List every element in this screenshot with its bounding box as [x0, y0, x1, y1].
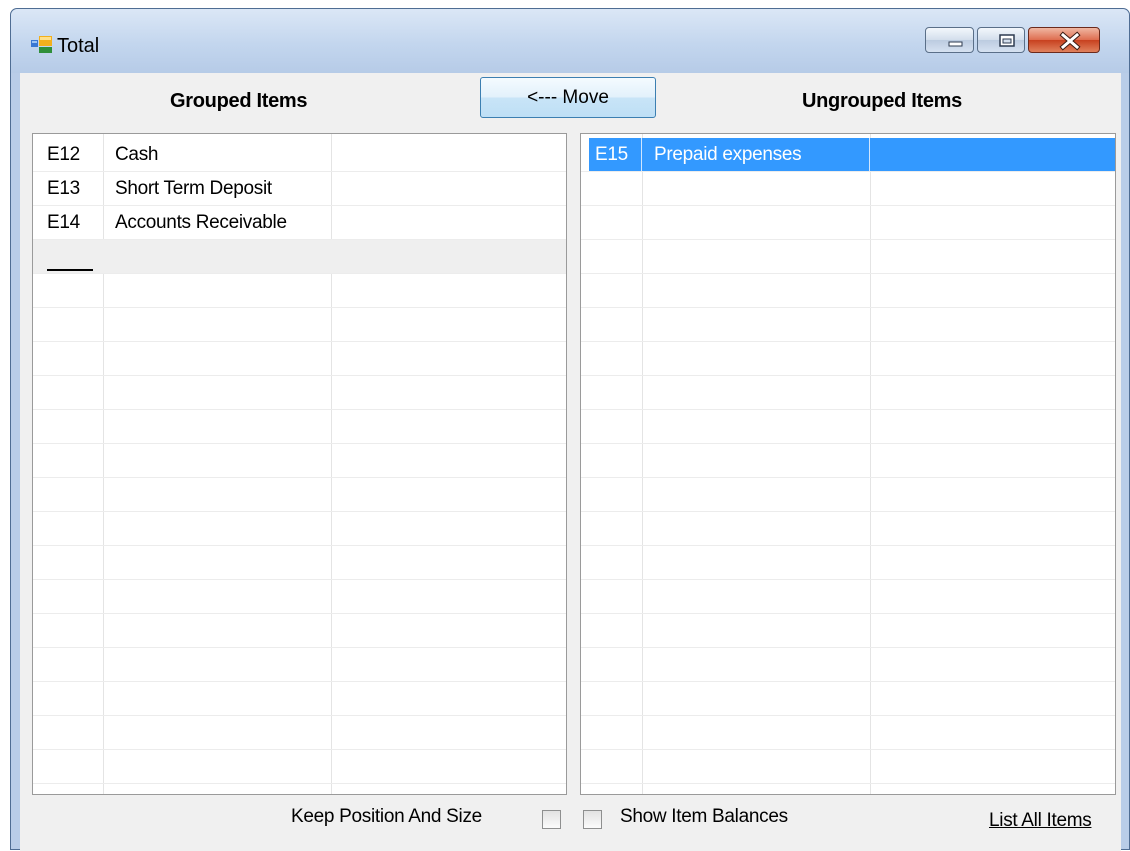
table-row[interactable]: E13 Short Term Deposit	[33, 172, 566, 206]
empty-row	[581, 274, 1115, 308]
empty-row	[33, 648, 566, 682]
item-code-cell[interactable]: E14	[33, 206, 103, 239]
keep-position-checkbox[interactable]	[542, 810, 561, 829]
item-extra-cell[interactable]	[331, 138, 563, 171]
empty-row	[581, 240, 1115, 274]
empty-row	[33, 546, 566, 580]
item-name-cell[interactable]: Accounts Receivable	[103, 206, 331, 239]
empty-row	[581, 206, 1115, 240]
item-extra-cell[interactable]	[331, 172, 563, 205]
new-row-marker	[47, 269, 93, 271]
empty-row	[581, 648, 1115, 682]
grouped-items-grid[interactable]: E12 Cash E13 Short Term Deposit E14 Acco…	[32, 133, 567, 795]
item-extra-cell[interactable]	[870, 138, 1115, 171]
empty-row	[581, 308, 1115, 342]
show-balances-checkbox[interactable]	[583, 810, 602, 829]
empty-row	[33, 614, 566, 648]
empty-row	[581, 682, 1115, 716]
item-name-cell[interactable]: Short Term Deposit	[103, 172, 331, 205]
empty-row	[581, 444, 1115, 478]
empty-row	[33, 444, 566, 478]
item-extra-cell[interactable]	[331, 206, 563, 239]
title-bar[interactable]: Total	[11, 9, 1129, 73]
window: Total Grouped Items <--- Move Ungrouped …	[10, 8, 1130, 851]
empty-row	[581, 546, 1115, 580]
table-row-selected[interactable]: E15 Prepaid expenses	[581, 138, 1115, 172]
empty-row	[581, 716, 1115, 750]
empty-row	[33, 342, 566, 376]
empty-row	[581, 478, 1115, 512]
client-area: Grouped Items <--- Move Ungrouped Items …	[20, 73, 1121, 851]
item-name-cell[interactable]: Prepaid expenses	[642, 138, 870, 171]
empty-row	[581, 580, 1115, 614]
maximize-icon	[999, 34, 1015, 47]
minimize-icon	[948, 41, 963, 47]
item-code-cell[interactable]: E13	[33, 172, 103, 205]
ungrouped-items-grid[interactable]: E15 Prepaid expenses	[580, 133, 1116, 795]
empty-row	[33, 512, 566, 546]
item-name-cell[interactable]: Cash	[103, 138, 331, 171]
new-row[interactable]	[33, 240, 566, 274]
empty-row	[33, 376, 566, 410]
empty-row	[33, 750, 566, 784]
empty-row	[581, 376, 1115, 410]
empty-row	[581, 512, 1115, 546]
maximize-button[interactable]	[977, 27, 1025, 53]
empty-row	[581, 172, 1115, 206]
close-icon	[1059, 31, 1081, 51]
keep-position-label: Keep Position And Size	[291, 806, 482, 827]
item-code-cell[interactable]: E15	[589, 138, 642, 171]
empty-row	[33, 410, 566, 444]
empty-row	[581, 410, 1115, 444]
table-row[interactable]: E14 Accounts Receivable	[33, 206, 566, 240]
app-window-icon	[31, 36, 52, 53]
empty-row	[581, 614, 1115, 648]
minimize-button[interactable]	[925, 27, 974, 53]
ungrouped-items-rows: E15 Prepaid expenses	[581, 138, 1115, 784]
window-title: Total	[57, 35, 100, 57]
table-row[interactable]: E12 Cash	[33, 138, 566, 172]
empty-row	[33, 478, 566, 512]
empty-row	[581, 750, 1115, 784]
empty-row	[33, 308, 566, 342]
list-all-items-link[interactable]: List All Items	[989, 810, 1092, 832]
show-balances-label: Show Item Balances	[620, 806, 788, 827]
grouped-items-header: Grouped Items	[170, 90, 308, 112]
move-button[interactable]: <--- Move	[480, 77, 656, 118]
item-code-cell[interactable]: E12	[33, 138, 103, 171]
grouped-items-rows: E12 Cash E13 Short Term Deposit E14 Acco…	[33, 138, 566, 784]
empty-row	[33, 716, 566, 750]
ungrouped-items-header: Ungrouped Items	[802, 90, 962, 112]
empty-row	[33, 274, 566, 308]
empty-row	[33, 580, 566, 614]
empty-row	[581, 342, 1115, 376]
empty-row	[33, 682, 566, 716]
close-button[interactable]	[1028, 27, 1100, 53]
